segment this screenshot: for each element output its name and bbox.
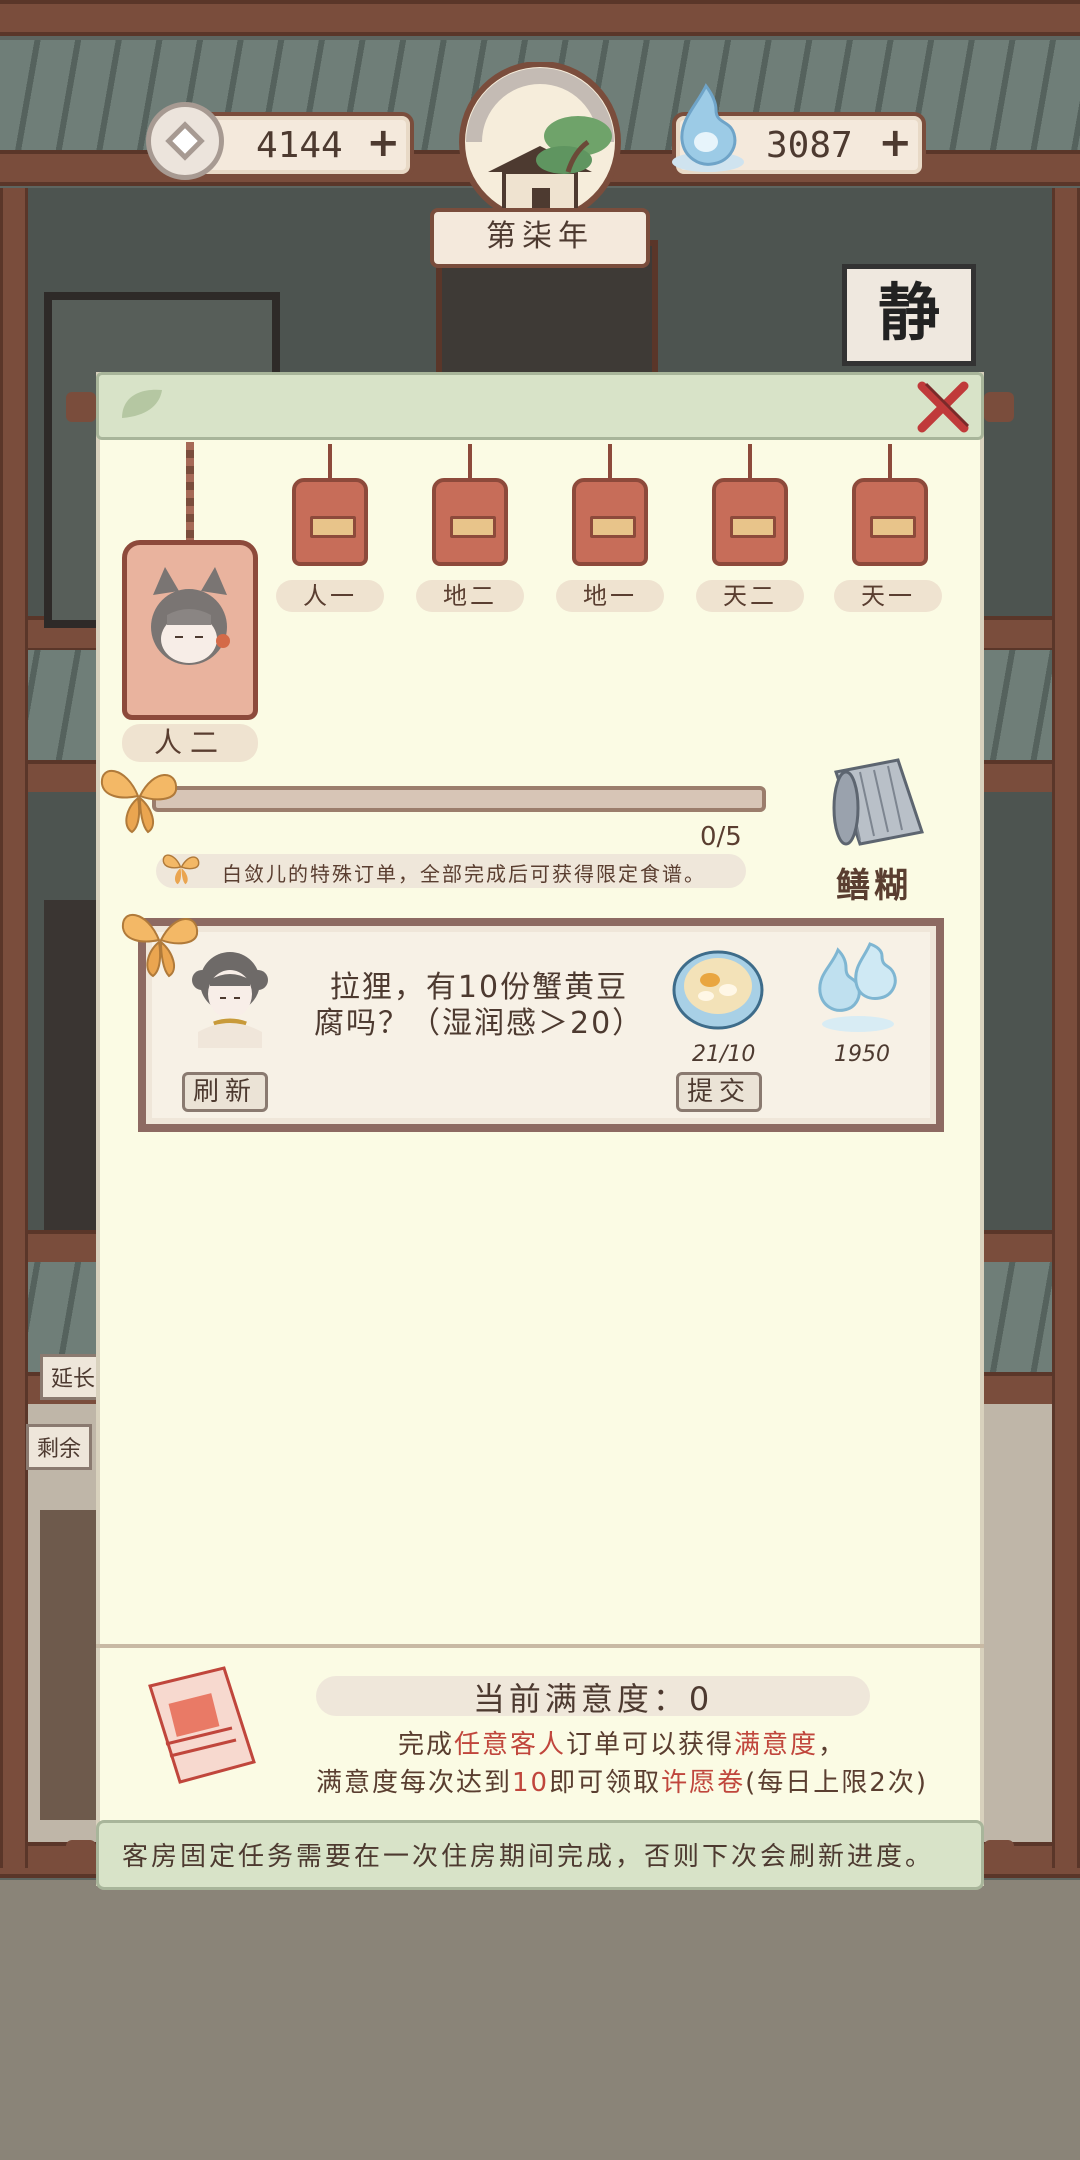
remaining-tag: 剩余 [26, 1424, 93, 1470]
rank-tag[interactable] [712, 478, 788, 566]
progress-count: 0/5 [700, 822, 742, 852]
tag-string [748, 444, 752, 482]
special-order-hint: 白敛儿的特殊订单，全部完成后可获得限定食谱。 [222, 862, 706, 886]
desc-text: 完成 [397, 1730, 454, 1760]
tag-string [608, 444, 612, 482]
order-progress-bar [152, 786, 766, 812]
rank-tag[interactable] [852, 478, 928, 566]
guest-avatar [151, 567, 230, 665]
add-spirit-button[interactable]: + [878, 122, 912, 164]
butterfly-icon [162, 854, 200, 885]
rank-tag[interactable] [292, 478, 368, 566]
desc-highlight: 任意客人 [453, 1730, 566, 1760]
satisfaction-title: 当前满意度：0 [472, 1680, 714, 1718]
tag-plaque [450, 516, 496, 538]
spirit-counter: 3087 + [672, 83, 926, 178]
wish-ticket-icon [148, 1666, 256, 1784]
panel-header-scroll [96, 372, 984, 440]
rank-tag-current[interactable] [122, 540, 258, 720]
tag-plaque [870, 516, 916, 538]
tag-plaque [730, 516, 776, 538]
desc-text: 订单可以获得 [565, 1730, 734, 1760]
satisfaction-desc-line1: 完成任意客人订单可以获得满意度， [292, 1726, 952, 1764]
dish-quantity: 21/10 [692, 1042, 756, 1067]
desc-highlight: 10 [512, 1768, 550, 1798]
scroll-rod-right [984, 1840, 1014, 1870]
order-request-text: 拉狸，有10份蟹黄豆腐吗？（湿润感＞20） [314, 970, 645, 1041]
inn-emblem [459, 62, 621, 223]
butterfly-icon [100, 769, 178, 834]
satisfaction-desc-line2: 满意度每次达到10即可领取许愿卷(每日上限2次) [292, 1764, 952, 1802]
desc-highlight: 许愿卷 [661, 1768, 746, 1798]
scroll-rod-left [66, 392, 96, 422]
calligraphy-sign: 静 [842, 264, 976, 366]
tag-string [328, 444, 332, 482]
tag-plaque [310, 516, 356, 538]
desc-highlight: 满意度 [734, 1730, 819, 1760]
desc-text: ， [818, 1730, 847, 1760]
roof-beam [0, 0, 1080, 36]
rank-label: 天二 [696, 580, 804, 612]
desc-text: 满意度每次达到 [316, 1768, 513, 1798]
cabinet [44, 900, 104, 1230]
recipe-scroll-icon[interactable] [826, 752, 930, 848]
reward-recipe-name: 鳝糊 [836, 866, 912, 906]
crab-roe-tofu-dish-icon [672, 950, 764, 1030]
spirit-value: 3087 [766, 124, 853, 166]
coin-counter: 4144 + [146, 102, 414, 180]
desc-text: 即可领取 [549, 1768, 662, 1798]
coin-icon [146, 102, 224, 180]
tag-string [186, 442, 194, 542]
rank-label: 天一 [834, 580, 942, 612]
rank-tag[interactable] [572, 478, 648, 566]
desc-text: (每日上限2次) [745, 1768, 928, 1798]
close-icon[interactable] [912, 378, 974, 436]
ginkgo-leaf-icon [122, 389, 162, 418]
rank-label: 地一 [556, 580, 664, 612]
spirit-reward-amount: 1950 [834, 1042, 890, 1067]
add-coins-button[interactable]: + [366, 122, 400, 164]
room-task-note: 客房固定任务需要在一次住房期间完成，否则下次会刷新进度。 [122, 1842, 935, 1872]
pillar [1052, 188, 1080, 1868]
rank-label: 地二 [416, 580, 524, 612]
guest-portrait [192, 952, 268, 1048]
tag-string [888, 444, 892, 482]
refresh-button[interactable]: 刷新 [182, 1072, 268, 1112]
tag-string [468, 444, 472, 482]
year-plaque: 第柒年 [430, 208, 650, 268]
pillar [0, 188, 28, 1868]
tag-plaque [590, 516, 636, 538]
coin-value: 4144 [256, 124, 343, 166]
lower-background [0, 1880, 1080, 2160]
satisfaction-description: 完成任意客人订单可以获得满意度， 满意度每次达到10即可领取许愿卷(每日上限2次… [292, 1726, 952, 1802]
cabinet [40, 1510, 98, 1820]
scroll-rod-right [984, 392, 1014, 422]
scroll-rod-left [66, 1840, 96, 1870]
rank-label: 人一 [276, 580, 384, 612]
spirit-flame-icon [818, 942, 897, 1032]
rank-tag[interactable] [432, 478, 508, 566]
spirit-flame-icon [672, 83, 744, 172]
footer-divider [96, 1644, 984, 1648]
submit-button[interactable]: 提交 [676, 1072, 762, 1112]
